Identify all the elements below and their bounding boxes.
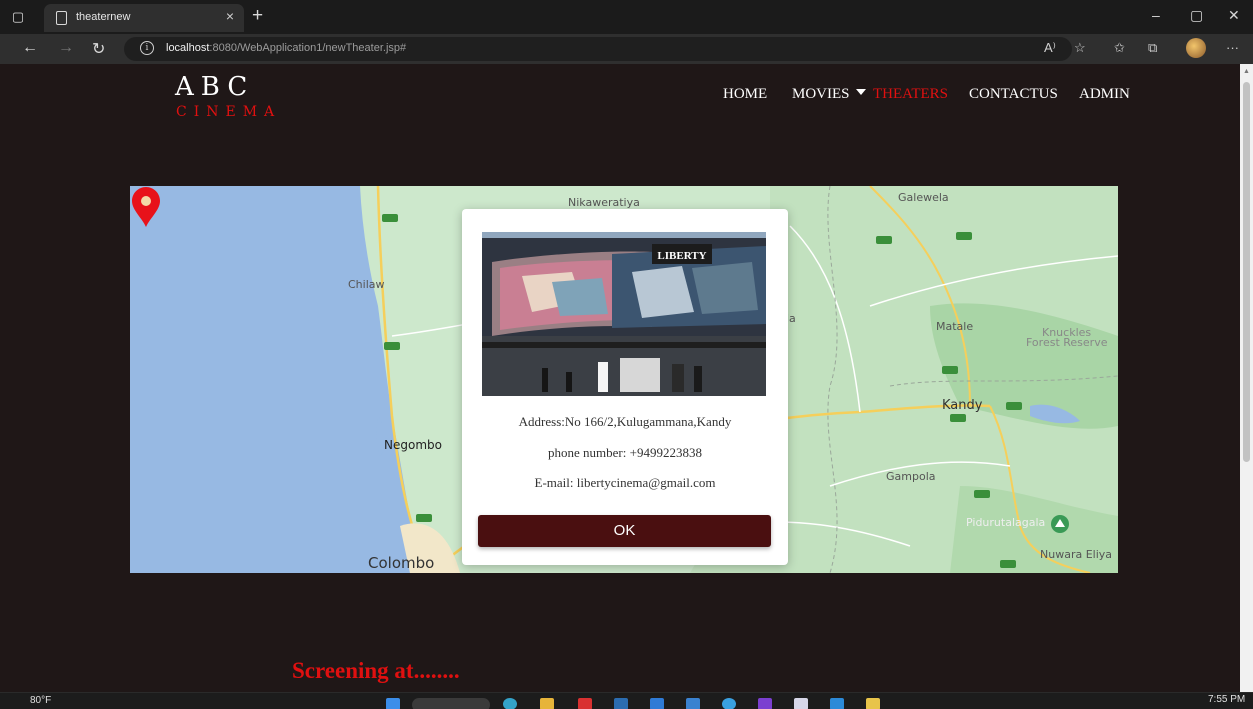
new-tab-button[interactable]: +	[252, 5, 263, 27]
app-icon-blue[interactable]	[614, 698, 628, 709]
close-window-button[interactable]: ✕	[1228, 7, 1240, 24]
minimize-button[interactable]: –	[1152, 7, 1160, 23]
os-taskbar: 80°F 7:55 PM	[0, 692, 1253, 709]
road-shield-a7	[1000, 560, 1016, 568]
svg-text:LIBERTY: LIBERTY	[657, 250, 706, 262]
road-shield-a3	[384, 342, 400, 350]
app-icon-word[interactable]	[650, 698, 664, 709]
logo-title[interactable]: ABC	[175, 72, 254, 102]
road-shield-a6	[876, 236, 892, 244]
liberty-cinema-photo: LIBERTY	[482, 232, 766, 396]
app-icon-circle[interactable]	[722, 698, 736, 709]
taskbar-search[interactable]	[412, 698, 490, 709]
theater-info-dialog: LIBERTY Address:No 166/2,Kulugammana,Kan…	[462, 209, 788, 565]
favorites-list-icon[interactable]: ✩	[1114, 40, 1125, 56]
address-bar-row: ← → ↻ i localhost:8080/WebApplication1/n…	[0, 34, 1253, 64]
map-label-pidurutalagala: Pidurutalagala	[966, 516, 1046, 529]
caret-down-icon	[855, 89, 866, 95]
theater-phone: phone number: +9499223838	[548, 445, 702, 460]
nav-movies[interactable]: MOVIES	[792, 86, 866, 103]
weather-widget[interactable]: 80°F	[30, 695, 51, 706]
app-icon-red[interactable]	[578, 698, 592, 709]
info-icon[interactable]: i	[140, 41, 154, 55]
taskbar-clock[interactable]: 7:55 PM	[1208, 694, 1245, 705]
road-shield-a9	[942, 366, 958, 374]
start-icon[interactable]	[386, 698, 400, 709]
theater-email: E-mail: libertycinema@gmail.com	[534, 475, 716, 490]
map-label-forest-reserve: Forest Reserve	[1026, 336, 1108, 349]
tab-title: theaternew	[76, 11, 131, 23]
road-shield-e03	[416, 514, 432, 522]
favorite-icon[interactable]: ☆	[1074, 40, 1086, 56]
location-pin-icon[interactable]	[130, 186, 162, 228]
browser-tab[interactable]: theaternew ×	[44, 4, 244, 32]
page-content: ABC CINEMA HOME MOVIES THEATERS CONTACTU…	[8, 64, 1240, 692]
app-icon-light[interactable]	[794, 698, 808, 709]
nav-admin[interactable]: ADMIN	[1079, 86, 1130, 103]
scroll-up-icon[interactable]: ▲	[1243, 68, 1250, 75]
map-label-nuwara-eliya: Nuwara Eliya	[1040, 548, 1113, 561]
scroll-thumb[interactable]	[1243, 82, 1250, 462]
forward-icon[interactable]: →	[58, 39, 74, 57]
maximize-button[interactable]: ▢	[1190, 7, 1203, 24]
edge-icon[interactable]	[503, 698, 517, 709]
road-shield-a26	[1006, 402, 1022, 410]
tab-actions-icon[interactable]: ▢	[10, 9, 26, 25]
collections-icon[interactable]: ⧉	[1148, 40, 1157, 56]
map-label-nikaweratiya: Nikaweratiya	[568, 196, 640, 209]
app-icon-folder[interactable]	[866, 698, 880, 709]
logo-subtitle: CINEMA	[176, 104, 282, 120]
park-icon	[1051, 515, 1069, 533]
url-text: localhost:8080/WebApplication1/newTheate…	[166, 42, 407, 54]
back-icon[interactable]: ←	[22, 39, 38, 57]
map-label-gampola: Gampola	[886, 470, 936, 483]
map-label-kandy: Kandy	[942, 398, 983, 413]
map-label-matale: Matale	[936, 320, 974, 333]
refresh-icon[interactable]: ↻	[92, 39, 105, 59]
url-field[interactable]: i localhost:8080/WebApplication1/newThea…	[124, 37, 1072, 61]
nav-contactus[interactable]: CONTACTUS	[969, 86, 1058, 103]
screening-heading: Screening at........	[292, 658, 460, 683]
browser-tab-bar: ▢ theaternew × + – ▢ ✕	[0, 0, 1253, 34]
map-label-colombo: Colombo	[368, 554, 435, 572]
map-label-negombo: Negombo	[384, 438, 442, 452]
map-label-chilaw: Chilaw	[348, 278, 385, 291]
theater-address: Address:No 166/2,Kulugammana,Kandy	[518, 414, 732, 429]
profile-avatar[interactable]	[1186, 38, 1206, 58]
app-icon-purple[interactable]	[758, 698, 772, 709]
page-scrollbar[interactable]: ▲	[1240, 64, 1253, 692]
tab-close-icon[interactable]: ×	[226, 8, 234, 24]
more-icon[interactable]: ···	[1226, 40, 1239, 55]
road-shield-a9	[956, 232, 972, 240]
file-explorer-icon[interactable]	[540, 698, 554, 709]
road-shield-a3	[382, 214, 398, 222]
road-shield-a5	[974, 490, 990, 498]
app-icon-vscode[interactable]	[830, 698, 844, 709]
app-icon-store[interactable]	[686, 698, 700, 709]
nav-home[interactable]: HOME	[723, 86, 767, 103]
map-label-galewela: Galewela	[898, 191, 949, 204]
page-icon	[56, 11, 67, 25]
read-aloud-icon[interactable]: A⁾	[1044, 40, 1056, 56]
ok-button[interactable]: OK	[478, 515, 771, 547]
road-shield-a1	[950, 414, 966, 422]
nav-theaters[interactable]: THEATERS	[873, 86, 948, 103]
theater-photo: LIBERTY	[482, 232, 766, 396]
